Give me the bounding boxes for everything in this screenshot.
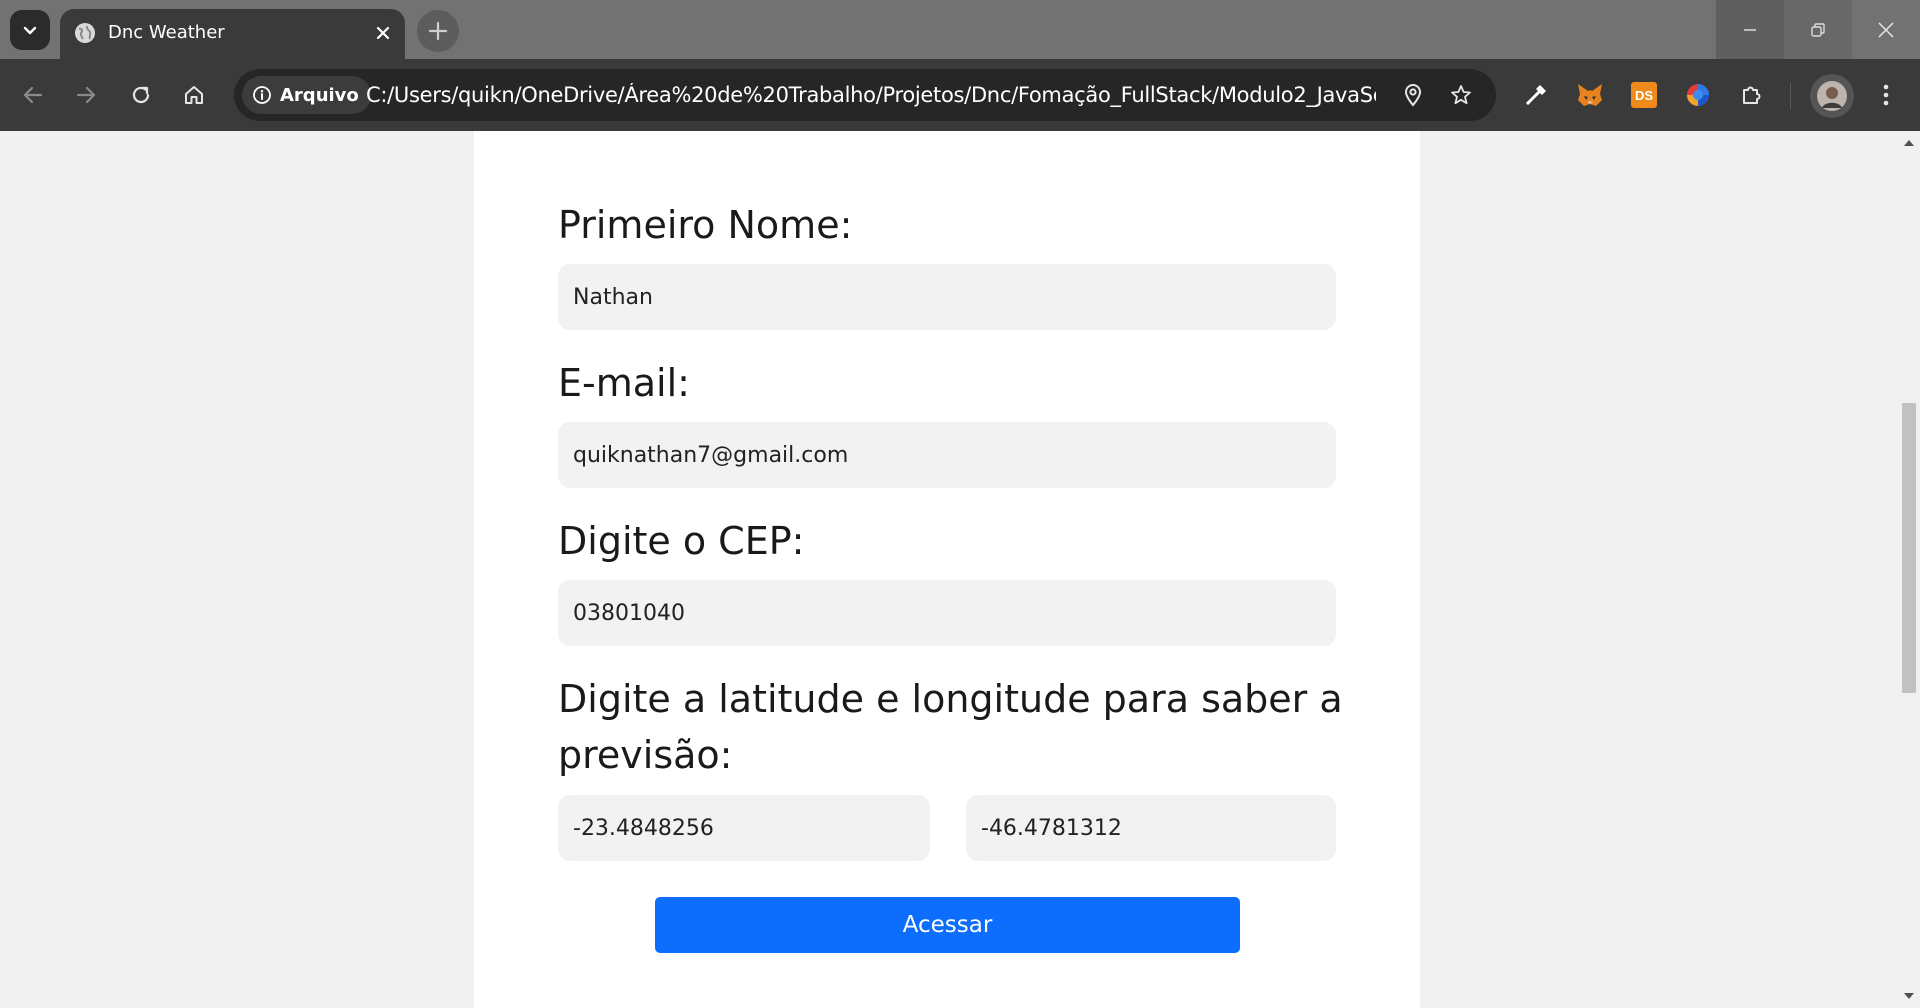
close-window-button[interactable] xyxy=(1852,0,1920,59)
color-wheel-icon xyxy=(1687,84,1709,106)
page-scrollbar[interactable] xyxy=(1898,131,1920,1008)
extensions-menu-button[interactable] xyxy=(1734,77,1770,113)
globe-icon xyxy=(75,23,95,43)
restore-icon xyxy=(1811,22,1825,37)
cep-input[interactable]: 03801040 xyxy=(558,580,1336,646)
coordinates-label-line1: Digite a latitude e longitude para saber… xyxy=(558,677,1343,721)
ds-badge-icon: DS xyxy=(1631,82,1657,108)
first-name-label: Primeiro Nome: xyxy=(558,203,853,247)
close-icon xyxy=(1878,21,1894,38)
plus-icon xyxy=(428,21,448,41)
page-viewport: Primeiro Nome: Nathan E-mail: quiknathan… xyxy=(0,131,1898,1008)
browser-toolbar: Arquivo C:/Users/quikn/OneDrive/Área%20d… xyxy=(0,59,1920,131)
reload-icon xyxy=(132,86,150,104)
email-input[interactable]: quiknathan7@gmail.com xyxy=(558,422,1336,488)
scroll-up-arrow[interactable] xyxy=(1903,137,1915,149)
minimize-button[interactable] xyxy=(1716,0,1784,59)
tab-close-button[interactable] xyxy=(371,21,395,45)
email-label: E-mail: xyxy=(558,361,690,405)
home-icon xyxy=(185,86,203,104)
info-icon xyxy=(253,86,271,104)
eyedropper-icon xyxy=(1526,85,1546,105)
site-info-label: Arquivo xyxy=(280,84,359,106)
fox-icon xyxy=(1578,84,1602,106)
more-vertical-icon xyxy=(1883,84,1889,106)
tab-search-button[interactable] xyxy=(10,10,50,50)
triangle-down-icon xyxy=(1904,993,1914,999)
back-button[interactable] xyxy=(13,75,53,115)
coordinates-label-line2: previsão: xyxy=(558,733,733,777)
extension-eyedropper[interactable] xyxy=(1518,77,1554,113)
browser-tab[interactable]: Dnc Weather xyxy=(60,9,405,59)
arrow-left-icon xyxy=(23,86,43,104)
url-text[interactable]: C:/Users/quikn/OneDrive/Área%20de%20Trab… xyxy=(366,83,1376,107)
location-pin-icon xyxy=(1404,84,1422,107)
toolbar-separator xyxy=(1790,83,1791,109)
avatar-icon xyxy=(1817,81,1847,111)
bookmark-button[interactable] xyxy=(1448,82,1474,108)
cep-label: Digite o CEP: xyxy=(558,519,805,563)
submit-button[interactable]: Acessar xyxy=(655,897,1240,953)
close-icon xyxy=(376,26,390,40)
profile-avatar-button[interactable] xyxy=(1810,74,1854,118)
triangle-up-icon xyxy=(1904,140,1914,146)
address-bar[interactable]: Arquivo C:/Users/quikn/OneDrive/Área%20d… xyxy=(234,69,1496,121)
forward-button[interactable] xyxy=(66,75,106,115)
minimize-icon xyxy=(1744,28,1756,31)
new-tab-button[interactable] xyxy=(417,10,459,52)
window-controls xyxy=(1716,0,1920,59)
puzzle-icon xyxy=(1743,86,1761,104)
extension-ds[interactable]: DS xyxy=(1626,77,1662,113)
location-button[interactable] xyxy=(1400,82,1426,108)
first-name-input[interactable]: Nathan xyxy=(558,264,1336,330)
scroll-down-arrow[interactable] xyxy=(1903,990,1915,1002)
scroll-thumb[interactable] xyxy=(1902,403,1916,693)
longitude-input[interactable]: -46.4781312 xyxy=(966,795,1336,861)
restore-button[interactable] xyxy=(1784,0,1852,59)
home-button[interactable] xyxy=(174,75,214,115)
browser-menu-button[interactable] xyxy=(1868,77,1904,113)
tab-title: Dnc Weather xyxy=(108,22,225,43)
extension-metamask[interactable] xyxy=(1572,77,1608,113)
tab-strip: Dnc Weather xyxy=(0,0,1920,59)
form-card: Primeiro Nome: Nathan E-mail: quiknathan… xyxy=(474,131,1420,1008)
extension-color[interactable] xyxy=(1680,77,1716,113)
star-icon xyxy=(1451,85,1471,105)
site-info-chip[interactable]: Arquivo xyxy=(242,76,371,114)
arrow-right-icon xyxy=(76,86,96,104)
reload-button[interactable] xyxy=(121,75,161,115)
latitude-input[interactable]: -23.4848256 xyxy=(558,795,930,861)
chevron-down-icon xyxy=(23,26,37,35)
